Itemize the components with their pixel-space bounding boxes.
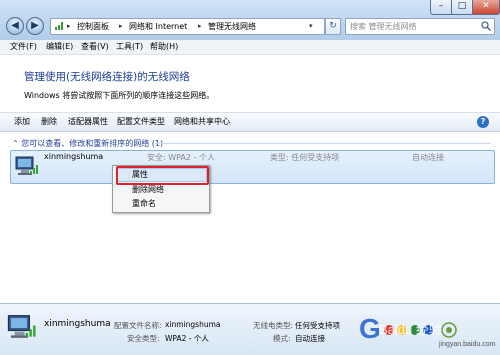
details-label-security: 安全类型: (127, 334, 160, 343)
context-menu-rename[interactable]: 重命名 (132, 198, 156, 210)
adapter-properties-button[interactable]: 适配器属性 (68, 113, 108, 131)
breadcrumb-separator-icon: ▸ (119, 22, 123, 30)
menu-file[interactable]: 文件(F) (10, 40, 37, 54)
details-value-profile-name: xinmingshuma (165, 320, 221, 329)
baidu-jingyan-watermark-logo: G Baidu 经验 jingyan.baidu.com (359, 313, 496, 348)
network-folder-icon (55, 22, 63, 30)
svg-text:G: G (359, 313, 381, 344)
details-value-security: WPA2 - 个人 (165, 334, 209, 343)
back-arrow-icon: ◀ (11, 20, 19, 31)
refresh-button[interactable]: ↻ (325, 18, 341, 35)
breadcrumb-network-internet[interactable]: 网络和 Internet (129, 20, 187, 33)
minimize-button[interactable]: – (430, 0, 452, 15)
wireless-network-large-icon (7, 315, 36, 338)
search-placeholder: 搜索 管理无线网络 (350, 22, 417, 31)
back-button[interactable]: ◀ (6, 17, 24, 35)
context-menu-remove-network[interactable]: 删除网络 (132, 184, 164, 196)
profile-types-button[interactable]: 配置文件类型 (117, 113, 165, 131)
network-row[interactable]: xinmingshuma 安全: WPA2 - 个人 类型: 任何受支持项 自动… (10, 150, 495, 184)
group-header[interactable]: ⌃ 您可以查看、修改和重新排序的网络 (1) (12, 138, 163, 149)
wireless-network-icon (15, 156, 38, 175)
details-label-mode: 模式: (273, 334, 291, 343)
collapse-chevron-icon: ⌃ (12, 139, 22, 148)
network-mode: 自动连接 (412, 153, 444, 162)
menu-view[interactable]: 查看(V) (81, 40, 109, 54)
watermark-text: Baidu 经验 (379, 322, 442, 337)
breadcrumb-control-panel[interactable]: 控制面板 (77, 20, 109, 33)
network-sharing-center-button[interactable]: 网络和共享中心 (174, 113, 230, 131)
address-bar[interactable]: ▸ 控制面板 ▸ 网络和 Internet ▸ 管理无线网络 ▾ (50, 18, 325, 35)
page-description: Windows 将尝试按照下面所列的顺序连接这些网络。 (24, 91, 215, 100)
menu-bar: 文件(F) 编辑(E) 查看(V) 工具(T) 帮助(H) (0, 40, 500, 55)
menu-tools[interactable]: 工具(T) (116, 40, 143, 54)
details-network-name: xinmingshuma (44, 319, 111, 329)
close-button[interactable]: ✕ (472, 0, 500, 15)
forward-button[interactable]: ▶ (26, 17, 44, 35)
group-header-label: 您可以查看、修改和重新排序的网络 (1) (21, 139, 164, 148)
breadcrumb-separator-icon: ▸ (67, 22, 71, 30)
maximize-button[interactable]: □ (451, 0, 473, 15)
details-label-radio-type: 无线电类型: (253, 321, 294, 330)
watermark-domain: jingyan.baidu.com (438, 341, 496, 348)
network-name: xinmingshuma (44, 152, 104, 161)
search-input[interactable]: 搜索 管理无线网络 (345, 18, 495, 35)
highlight-annotation-box (116, 166, 209, 185)
forward-arrow-icon: ▶ (31, 20, 39, 31)
remove-button[interactable]: 删除 (41, 113, 57, 131)
details-value-radio-type: 任何受支持项 (295, 321, 340, 330)
network-security: 安全: WPA2 - 个人 (147, 153, 215, 162)
menu-help[interactable]: 帮助(H) (150, 40, 178, 54)
search-icon[interactable] (481, 21, 491, 31)
command-bar: 添加 删除 适配器属性 配置文件类型 网络和共享中心 ? (0, 112, 500, 132)
refresh-icon: ↻ (329, 21, 337, 31)
page-title: 管理使用(无线网络连接)的无线网络 (24, 71, 190, 83)
network-type: 类型: 任何受支持项 (270, 153, 340, 162)
menu-edit[interactable]: 编辑(E) (46, 40, 73, 54)
breadcrumb-manage-wireless[interactable]: 管理无线网络 (208, 20, 256, 33)
address-dropdown-icon[interactable]: ▾ (309, 20, 313, 33)
add-button[interactable]: 添加 (14, 113, 30, 131)
breadcrumb-separator-icon: ▸ (198, 22, 202, 30)
details-value-mode: 自动连接 (295, 334, 325, 343)
group-divider (155, 143, 491, 144)
help-icon[interactable]: ? (477, 116, 489, 128)
details-label-profile-name: 配置文件名称: (114, 321, 162, 330)
